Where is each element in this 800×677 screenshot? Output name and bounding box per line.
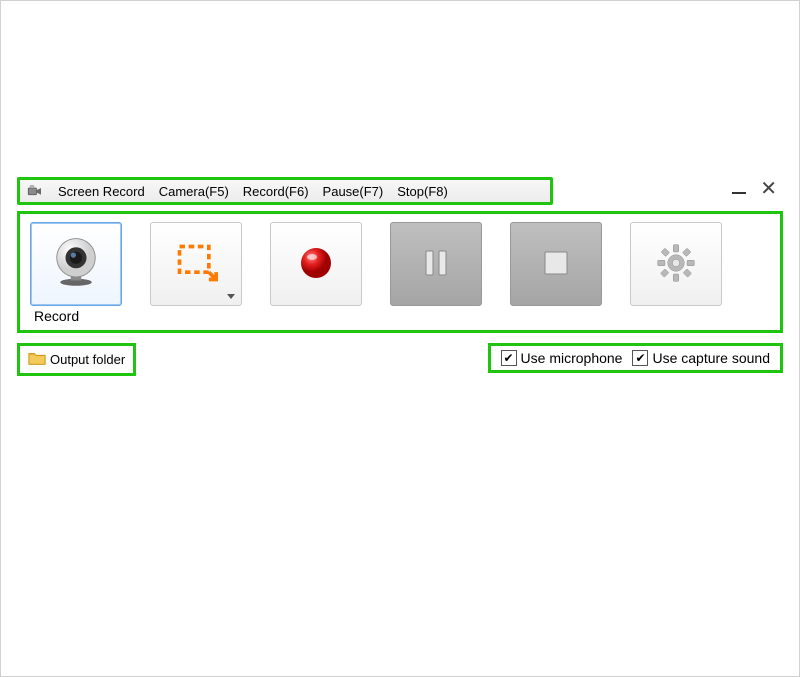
- camera-button[interactable]: [30, 222, 122, 306]
- gear-icon: [654, 241, 698, 288]
- output-folder-label: Output folder: [50, 352, 125, 367]
- stop-button[interactable]: [510, 222, 602, 306]
- menu-title[interactable]: Screen Record: [58, 184, 145, 199]
- menu-stop[interactable]: Stop(F8): [397, 184, 448, 199]
- minimize-button[interactable]: [732, 184, 746, 194]
- use-microphone-checkbox[interactable]: ✔ Use microphone: [501, 350, 623, 366]
- checkbox-icon: ✔: [632, 350, 648, 366]
- record-button[interactable]: [270, 222, 362, 306]
- screen-record-window: Screen Record Camera(F5) Record(F6) Paus…: [17, 177, 783, 376]
- checkbox-icon: ✔: [501, 350, 517, 366]
- use-microphone-label: Use microphone: [521, 350, 623, 366]
- menu-bar: Screen Record Camera(F5) Record(F6) Paus…: [17, 177, 553, 205]
- use-capture-sound-label: Use capture sound: [652, 350, 770, 366]
- menu-camera[interactable]: Camera(F5): [159, 184, 229, 199]
- close-button[interactable]: ✕: [760, 179, 777, 199]
- footer-row: Output folder ✔ Use microphone ✔ Use cap…: [17, 343, 783, 376]
- region-select-button[interactable]: [150, 222, 242, 306]
- toolbar-label: Record: [20, 308, 780, 324]
- webcam-icon: [48, 235, 104, 294]
- toolbar-panel: Record: [17, 211, 783, 333]
- audio-options: ✔ Use microphone ✔ Use capture sound: [488, 343, 783, 373]
- folder-icon: [28, 350, 46, 369]
- settings-button[interactable]: [630, 222, 722, 306]
- use-capture-sound-checkbox[interactable]: ✔ Use capture sound: [632, 350, 770, 366]
- chevron-down-icon[interactable]: [227, 294, 235, 299]
- region-icon: [174, 241, 218, 288]
- camcorder-icon: [26, 182, 44, 200]
- window-controls: ✕: [732, 179, 777, 199]
- record-icon: [296, 243, 336, 286]
- stop-icon: [538, 245, 574, 284]
- menu-pause[interactable]: Pause(F7): [323, 184, 384, 199]
- output-folder-button[interactable]: Output folder: [17, 343, 136, 376]
- toolbar: [20, 214, 780, 308]
- menu-record[interactable]: Record(F6): [243, 184, 309, 199]
- pause-button[interactable]: [390, 222, 482, 306]
- pause-icon: [418, 245, 454, 284]
